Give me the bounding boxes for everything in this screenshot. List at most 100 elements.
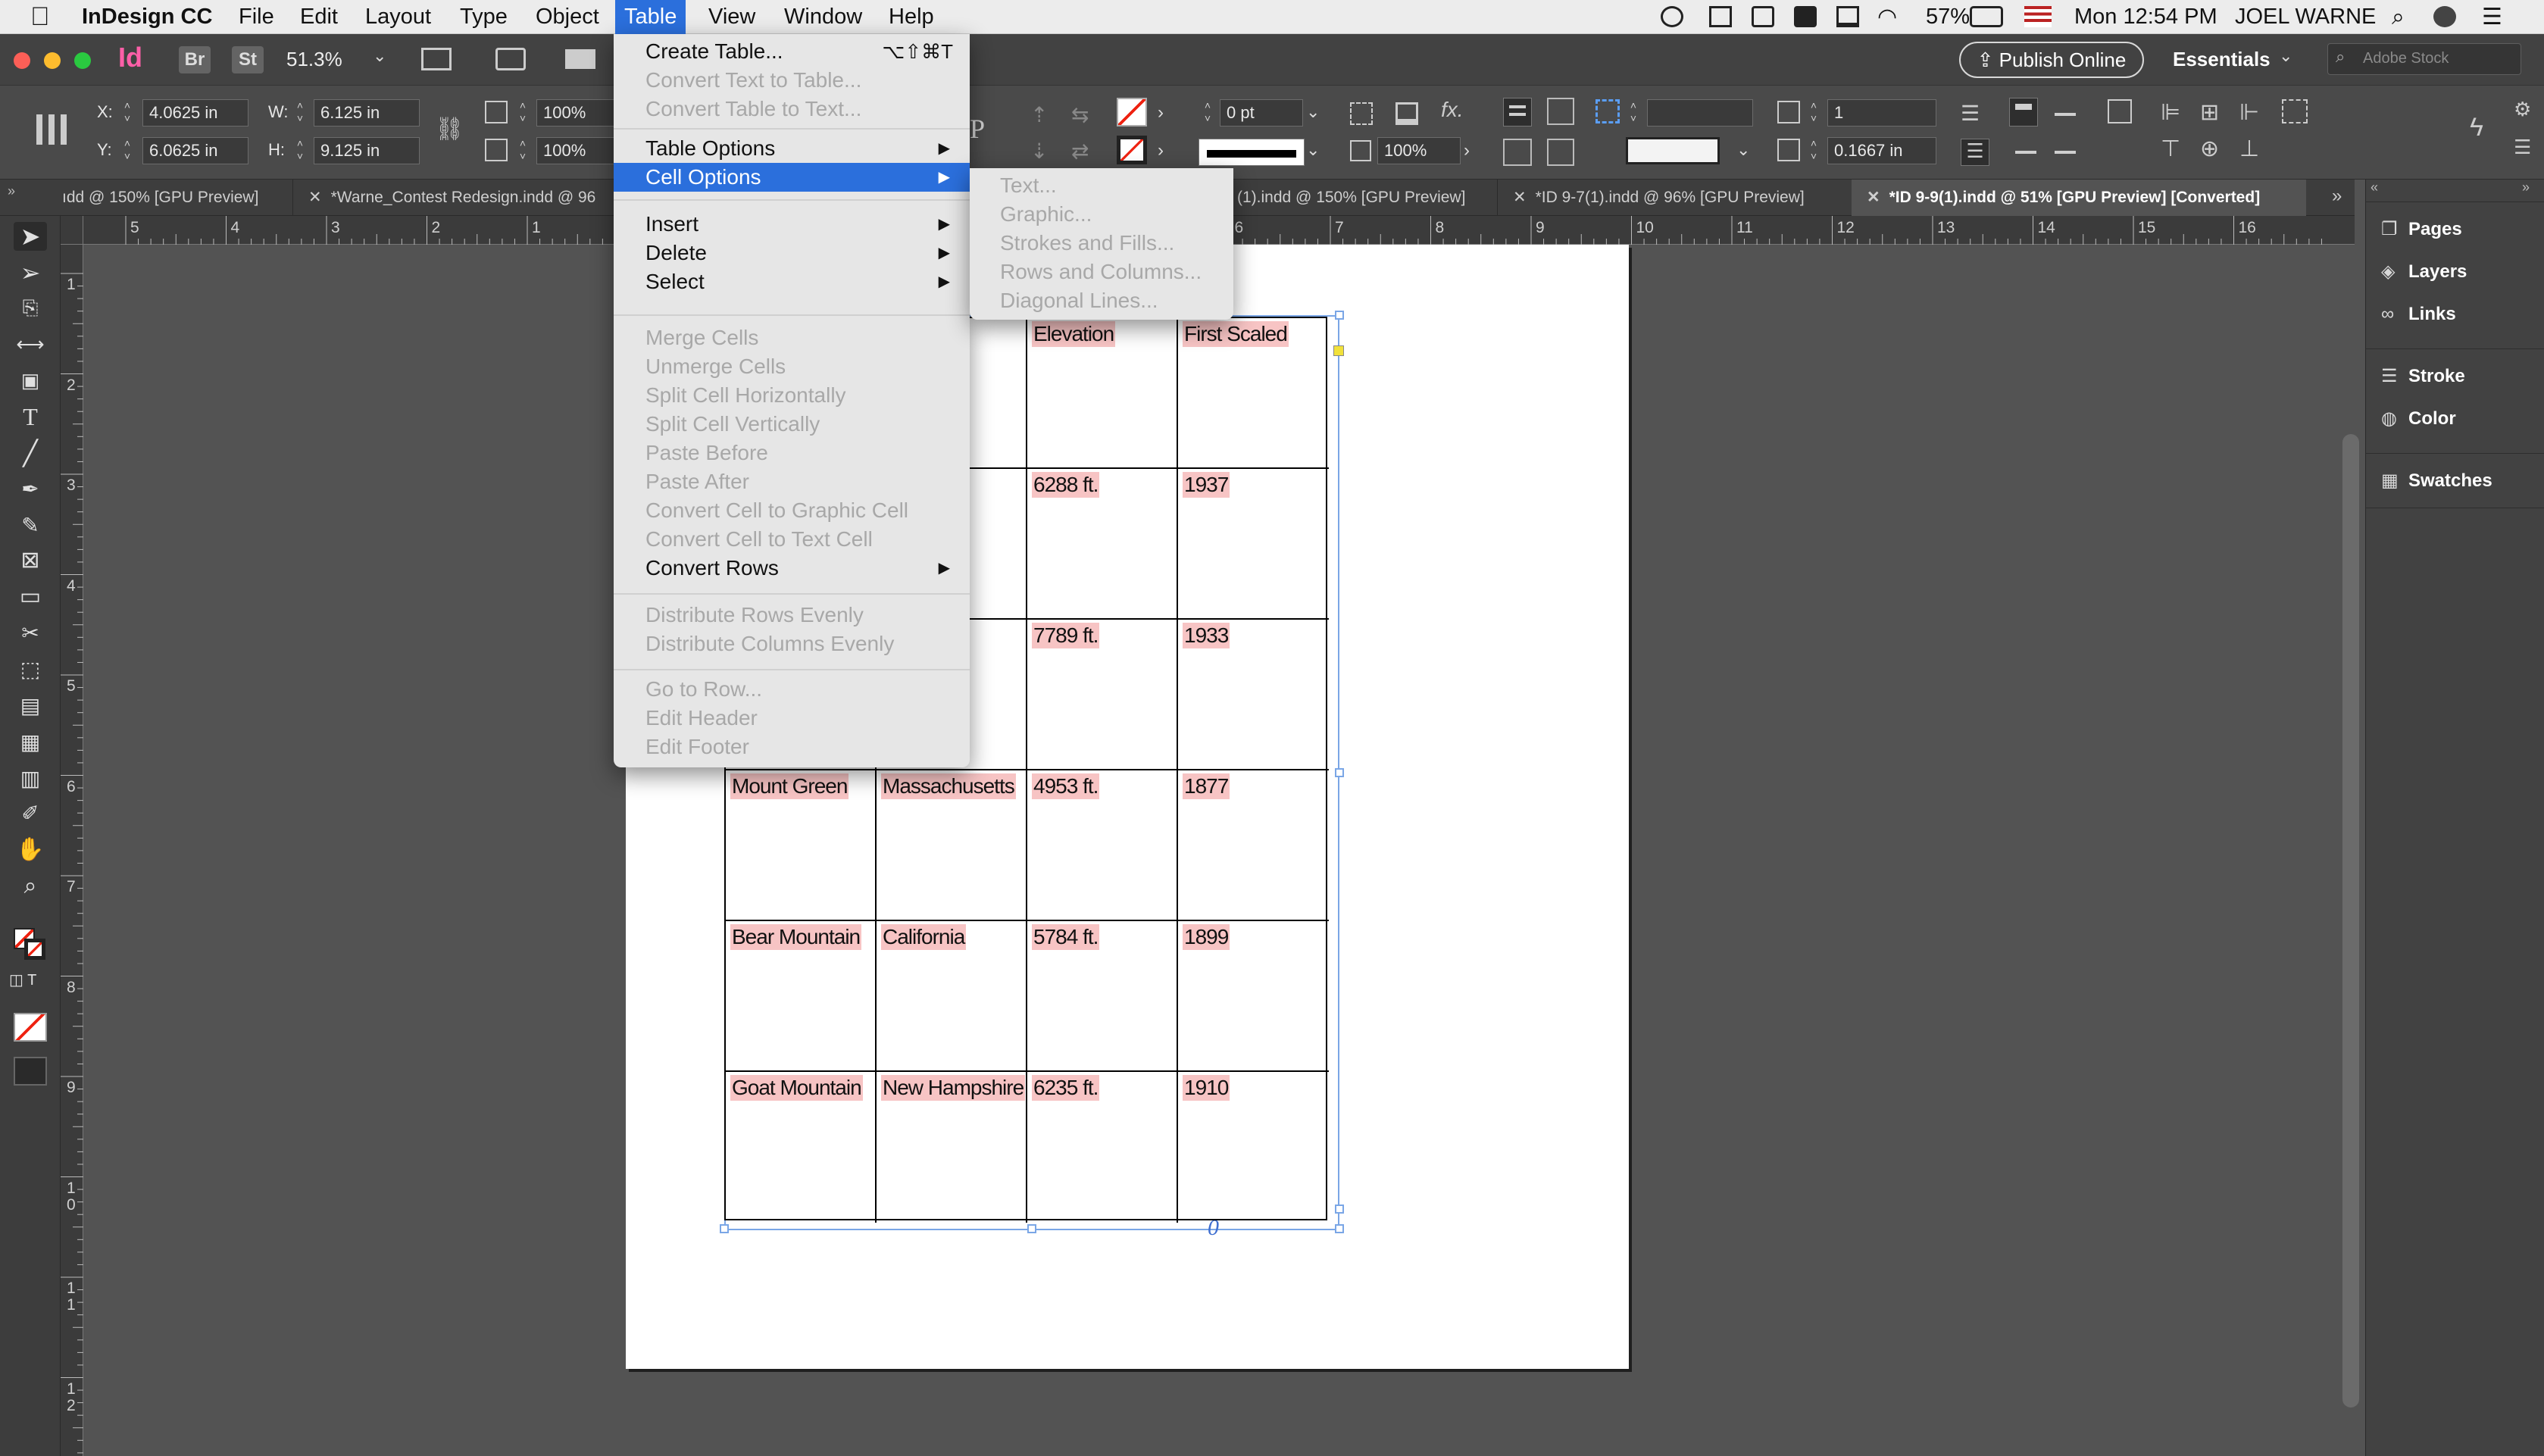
table-cell[interactable]: 6288 ft. [1027,469,1178,620]
table-cell[interactable]: Goat Mountain [726,1072,877,1223]
table-cell[interactable]: California [877,921,1027,1072]
stroke-top-button[interactable] [2009,98,2038,127]
line-tool-icon[interactable]: ╱ [14,439,47,467]
menu-layout[interactable]: Layout [365,0,431,34]
expand-dock-icon[interactable]: » [2522,180,2530,195]
layers-panel-button[interactable]: ◈ Layers [2381,257,2467,287]
table-cell[interactable]: 4953 ft. [1027,770,1178,921]
menu-edit[interactable]: Edit [300,0,338,34]
table-cell[interactable]: 1899 [1178,921,1329,1072]
table-cell[interactable]: 1937 [1178,469,1329,620]
x-stepper[interactable]: ˄ ˅ [120,99,135,127]
row-height-stepper[interactable]: ˄ ˅ [1626,99,1641,127]
fill-swatch-menu-icon[interactable]: › [1158,102,1164,123]
menu-table[interactable]: Table [615,0,686,34]
menu-window[interactable]: Window [784,0,862,34]
table-cell[interactable]: 6235 ft. [1027,1072,1178,1223]
app-menu[interactable]: InDesign CC [82,0,212,34]
auto-fit-icon[interactable] [2108,99,2132,123]
convert-rows-item[interactable]: Convert Rows ▶ [614,554,970,583]
gutter-stepper[interactable]: ˄ ˅ [1806,137,1821,164]
table-cell[interactable]: 5784 ft. [1027,921,1178,1072]
table-options-item[interactable]: Table Options ▶ [614,134,970,163]
panel-group-grip[interactable] [2366,446,2544,454]
menu-type[interactable]: Type [460,0,508,34]
columns-stepper[interactable]: ˄ ˅ [1806,99,1821,127]
menu-view[interactable]: View [708,0,755,34]
quick-apply-icon[interactable]: ϟ [2470,113,2483,142]
stack-icon[interactable] [1709,6,1732,27]
rectangle-frame-tool-icon[interactable]: ⊠ [14,546,47,575]
scale-y-stepper[interactable]: ˄ ˅ [515,137,530,164]
table-cell[interactable]: First Scaled [1178,318,1329,469]
hand-tool-icon[interactable]: ✋ [14,836,47,864]
table-cell[interactable]: 1877 [1178,770,1329,921]
collapse-dock-icon[interactable]: « [2371,180,2378,195]
direct-selection-tool-icon[interactable]: ➢ [14,258,47,287]
menu-file[interactable]: File [239,0,274,34]
y-position-field[interactable] [142,137,248,164]
x-position-field[interactable] [142,99,248,127]
align-top-button[interactable] [1503,98,1532,127]
fill-none-swatch[interactable] [1117,98,1147,127]
us-flag-icon[interactable] [2024,6,2052,27]
delete-item[interactable]: Delete ▶ [614,239,970,267]
workspace-switcher[interactable]: Essentials [2173,48,2271,71]
type-tool-icon[interactable]: T [14,402,47,431]
paragraph-icon[interactable]: P [970,113,985,145]
scale-x-field[interactable] [536,99,620,127]
align-left-edges-icon[interactable]: ⊫ [2161,99,2180,126]
close-tab-icon[interactable]: ✕ [1867,189,1880,206]
frame-handle[interactable] [1335,1224,1344,1233]
adobe-stock-search[interactable]: ⌕ Adobe Stock [2327,43,2521,75]
view-options-icon[interactable] [421,48,452,70]
apply-none-icon[interactable] [14,1013,47,1042]
stroke-swatch-menu-icon[interactable]: › [1158,140,1164,161]
cell-stroke-dropdown-icon[interactable]: ⌄ [1736,140,1750,160]
w-stepper[interactable]: ˄ ˅ [292,99,308,127]
align-vertical-centers-icon[interactable]: ⊕ [2200,136,2219,162]
pen-tool-icon[interactable]: ✒ [14,475,47,504]
stroke-middle-icon[interactable] [2055,113,2076,116]
tab-id-9-7[interactable]: ✕ *ID 9-7(1).indd @ 96% [GPU Preview] [1497,180,1850,216]
stroke-weight-field[interactable] [1220,99,1303,127]
pages-panel-button[interactable]: ❐ Pages [2381,214,2462,245]
stroke-weight-dropdown-icon[interactable]: ⌄ [1306,102,1320,122]
note-tool-icon[interactable]: ▥ [14,764,47,793]
airplay-icon[interactable] [1836,6,1859,27]
gradient-feather-tool-icon[interactable]: ▦ [14,728,47,757]
align-bottom-edges-icon[interactable]: ⊥ [2239,136,2259,162]
create-table-item[interactable]: Create Table... ⌥⇧⌘T [614,37,970,66]
select-cell-icon[interactable] [1595,99,1620,123]
apple-icon[interactable]:  [30,0,50,34]
zoom-dropdown-icon[interactable]: ⌄ [373,46,386,66]
align-center-button[interactable] [1547,98,1574,125]
ruler-origin[interactable] [61,216,83,245]
battery-icon[interactable] [1970,6,2003,27]
menu-object[interactable]: Object [536,0,599,34]
content-collector-icon[interactable]: ▣ [14,366,47,395]
h-stepper[interactable]: ˄ ˅ [292,137,308,164]
table-cell[interactable]: 1910 [1178,1072,1329,1223]
frame-handle[interactable] [1335,1204,1344,1214]
constrain-proportions-icon[interactable]: ⛓ [435,116,464,142]
gap-tool-icon[interactable]: ⟷ [14,330,47,358]
table-cell[interactable]: Elevation [1027,318,1178,469]
menu-help[interactable]: Help [889,0,934,34]
scale-x-stepper[interactable]: ˄ ˅ [515,99,530,127]
align-horizontal-centers-icon[interactable]: ⊞ [2200,99,2219,126]
b-app-icon[interactable] [1794,6,1817,27]
frame-in-port[interactable] [1333,345,1344,356]
table-cell[interactable]: Bear Mountain [726,921,877,1072]
vertical-ruler[interactable]: 1 2 3 4 5 6 7 8 9 1 0 1 1 1 2 [61,245,83,1456]
reference-point-icon[interactable] [36,114,67,145]
stroke-weight-stepper[interactable]: ˄ ˅ [1200,99,1215,127]
stroke-all-icon[interactable] [2055,151,2076,154]
scissors-tool-icon[interactable]: ✂ [14,619,47,648]
panel-options-gear-icon[interactable]: ⚙ [2514,98,2531,121]
frame-handle[interactable] [720,1224,729,1233]
justify-vertical-button[interactable] [1547,139,1574,166]
stroke-color-icon[interactable] [24,939,45,960]
swatches-panel-button[interactable]: ▦ Swatches [2381,466,2492,496]
tab-id-9-9-active[interactable]: ✕ *ID 9-9(1).indd @ 51% [GPU Preview] [Co… [1852,180,2306,216]
